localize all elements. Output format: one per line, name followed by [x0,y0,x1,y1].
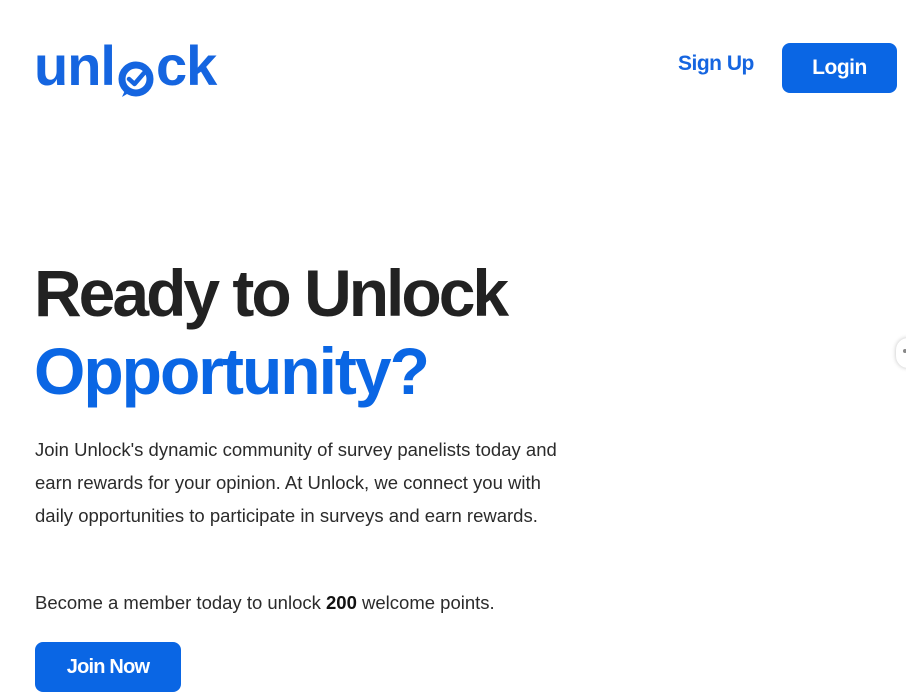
member-text-after: welcome points. [356,592,495,613]
landing-page: unl ck Sign Up Login Ready to Unlock Opp… [0,0,906,700]
login-button[interactable]: Login [782,43,897,93]
hero-title-line1: Ready to Unlock [34,256,509,330]
speech-bubble-check-icon [117,53,155,97]
hero-title-line2: Opportunity? [34,334,430,408]
logo-text-start: unl [34,34,116,97]
side-scroll-handle[interactable] [896,338,906,368]
logo-text-end: ck [155,34,217,97]
hero-description: Join Unlock's dynamic community of surve… [35,439,557,526]
welcome-points-value: 200 [326,592,357,613]
unlock-logo[interactable]: unl ck [34,38,217,97]
sign-up-link[interactable]: Sign Up [678,52,754,76]
member-promo-text: Become a member today to unlock 200 welc… [35,588,495,618]
join-now-button[interactable]: Join Now [35,642,181,692]
member-text-before: Become a member today to unlock [35,592,327,613]
